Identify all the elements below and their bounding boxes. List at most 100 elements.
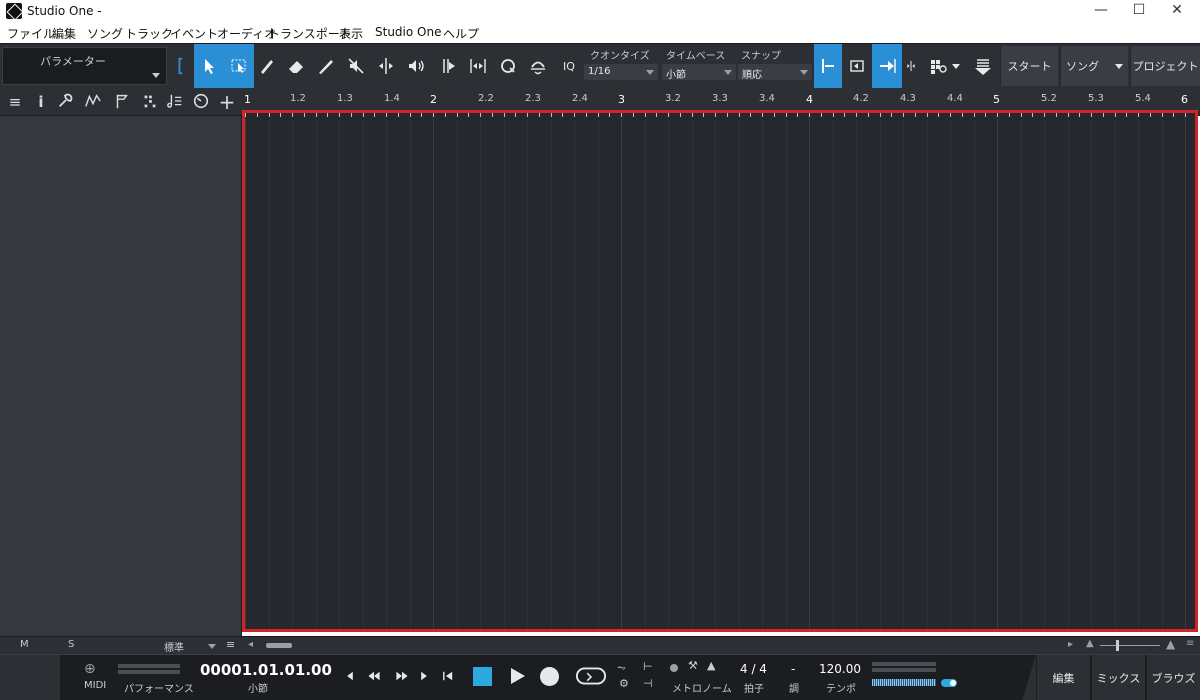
ruler-tick (903, 113, 904, 117)
punch-range-icon[interactable]: ⊣ (643, 677, 653, 690)
metronome-dot-icon[interactable] (670, 664, 678, 672)
tempo-clock-icon[interactable] (191, 92, 211, 112)
menu-file[interactable]: ファイル (7, 25, 55, 42)
menu-view[interactable]: 表示 (339, 25, 363, 42)
snap-select[interactable]: 順応 (738, 64, 812, 81)
menu-song[interactable]: ソング (87, 25, 123, 42)
horizontal-scrollbar[interactable]: ◂ ▸ ▲ ▲ ≡ (242, 636, 1200, 654)
ruler-tick (245, 113, 246, 117)
time-display[interactable]: 00001.01.01.00 (200, 661, 332, 679)
track-preset-select[interactable]: 標準 (150, 638, 218, 654)
browse-view-button[interactable]: ブラウズ (1146, 655, 1200, 700)
scroll-thumb[interactable] (266, 643, 292, 648)
menu-lines-icon[interactable]: ≡ (5, 92, 25, 112)
grid-line (480, 119, 481, 629)
add-track-plus-icon[interactable]: + (217, 92, 237, 112)
scroll-right-icon[interactable]: ▸ (1068, 639, 1073, 650)
wrench-icon[interactable] (55, 92, 75, 112)
iq-button[interactable]: IQ (556, 44, 582, 88)
output-toggle[interactable] (941, 679, 957, 687)
ruler-tick (786, 113, 787, 117)
chord-track-icon[interactable] (140, 92, 160, 112)
menu-edit[interactable]: 編集 (52, 25, 76, 42)
output-level-meter (872, 679, 936, 686)
menu-track[interactable]: トラック (125, 25, 173, 42)
resize-grip-icon[interactable]: ≡ (1186, 638, 1194, 649)
grid-line (386, 119, 387, 629)
global-mute-button[interactable]: M (20, 639, 29, 650)
metronome-icon[interactable]: ▲ (707, 659, 715, 672)
snap-to-grid-button[interactable] (814, 44, 842, 88)
play-button[interactable] (505, 664, 529, 688)
settings-gear-icon[interactable]: ⚙ (619, 677, 629, 690)
split-view-icon[interactable] (903, 44, 919, 88)
next-marker-icon[interactable] (412, 664, 436, 688)
transient-tool-icon[interactable] (436, 44, 462, 88)
ruler-tick (539, 113, 540, 117)
range-bracket-icon[interactable] (174, 44, 194, 88)
mute-tool-icon[interactable] (342, 44, 370, 88)
signature-track-icon[interactable] (165, 92, 185, 112)
split-tool-icon[interactable] (254, 44, 280, 88)
paint-tool-icon[interactable] (312, 44, 340, 88)
marker-flag-icon[interactable] (112, 92, 132, 112)
range-tool-button[interactable] (224, 44, 254, 88)
menu-help[interactable]: ヘルプ (443, 25, 479, 42)
tempo-value[interactable]: 120.00 (819, 662, 861, 676)
metronome-label: メトロノーム (672, 684, 732, 695)
time-signature-value[interactable]: 4 / 4 (740, 662, 767, 676)
precount-icon[interactable]: ⏦ (617, 661, 626, 675)
zoom-slider-handle[interactable] (1116, 640, 1119, 651)
close-button[interactable]: ✕ (1154, 1, 1200, 21)
menu-studio-one[interactable]: Studio One (375, 25, 441, 39)
quantize-select[interactable]: 1/16 (584, 64, 658, 80)
grid-settings-button[interactable] (922, 44, 966, 88)
zoom-in-icon[interactable]: ▲ (1166, 637, 1175, 651)
loop-button[interactable] (574, 664, 608, 688)
stop-button[interactable] (470, 664, 494, 688)
autoscroll-icon[interactable] (844, 44, 870, 88)
scroll-left-icon[interactable]: ◂ (248, 639, 253, 650)
ruler-tick (1162, 113, 1163, 117)
timebase-select[interactable]: 小節 (662, 64, 736, 81)
metronome-wrench-icon[interactable]: ⚒ (688, 659, 698, 672)
start-button[interactable]: スタート (1000, 46, 1058, 86)
edit-view-button[interactable]: 編集 (1036, 655, 1090, 700)
grid-line (1091, 119, 1092, 629)
song-button[interactable]: ソング (1060, 46, 1128, 86)
previous-marker-icon[interactable] (338, 664, 362, 688)
ruler-tick (1115, 113, 1116, 117)
timestretch-tool-icon[interactable] (464, 44, 492, 88)
ruler-tick (551, 113, 552, 117)
groove-tool-icon[interactable] (524, 44, 552, 88)
ruler-tick (1009, 113, 1010, 117)
return-to-zero-button[interactable] (436, 664, 460, 688)
follow-playhead-button[interactable] (872, 44, 902, 88)
footer-menu-icon[interactable]: ≡ (226, 638, 235, 651)
listen-tool-icon[interactable] (402, 44, 430, 88)
ruler-tick (374, 113, 375, 117)
bend-tool-icon[interactable] (372, 44, 400, 88)
menu-event[interactable]: イベント (170, 25, 218, 42)
ruler-tick (1044, 113, 1045, 117)
rewind-button[interactable] (362, 664, 386, 688)
time-unit-label: 小節 (248, 684, 268, 695)
global-solo-button[interactable]: S (68, 639, 74, 650)
import-download-icon[interactable] (968, 44, 998, 88)
automation-curve-icon[interactable] (83, 92, 103, 112)
punch-in-icon[interactable]: ⊢ (643, 660, 653, 673)
zoom-slider-track[interactable] (1100, 645, 1160, 646)
project-button[interactable]: プロジェクト (1130, 46, 1200, 86)
fast-forward-button[interactable] (390, 664, 414, 688)
info-icon[interactable]: i (31, 92, 51, 112)
arrow-tool-button[interactable] (194, 44, 224, 88)
mix-view-button[interactable]: ミックス (1091, 655, 1145, 700)
ruler-tick (492, 113, 493, 117)
parameter-selector[interactable]: パラメーター (2, 47, 167, 85)
zoom-out-icon[interactable]: ▲ (1086, 638, 1094, 649)
key-value[interactable]: - (791, 662, 795, 676)
arrange-area[interactable] (242, 110, 1198, 632)
eraser-tool-icon[interactable] (282, 44, 310, 88)
quantize-q-button[interactable] (494, 44, 522, 88)
record-button[interactable] (537, 664, 561, 688)
